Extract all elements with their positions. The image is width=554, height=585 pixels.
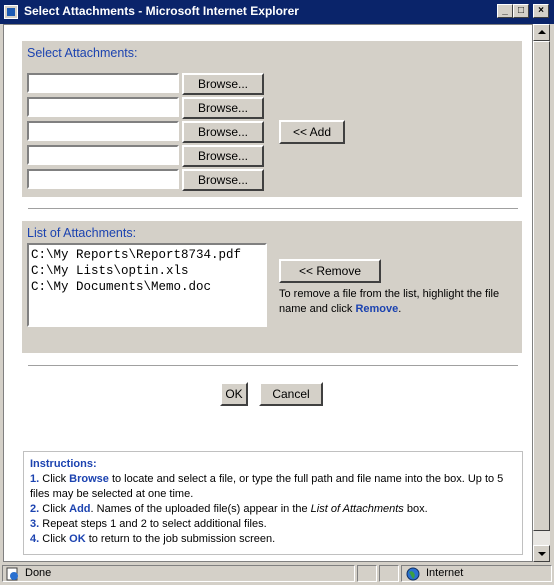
ie-page-icon xyxy=(6,567,18,581)
instruction-step-4: 4. Click OK to return to the job submiss… xyxy=(30,533,276,545)
cancel-button[interactable]: Cancel xyxy=(259,382,323,406)
zone-pane: Internet xyxy=(401,565,552,582)
select-attachments-label: Select Attachments: xyxy=(27,46,138,60)
close-icon[interactable]: × xyxy=(533,4,549,18)
status-pane: Done xyxy=(2,565,355,582)
instruction-step-2: 2. Click Add. Names of the uploaded file… xyxy=(30,503,428,515)
instruction-step-1: 1. Click Browse to locate and select a f… xyxy=(30,473,504,500)
remove-keyword: Remove xyxy=(355,303,399,315)
list-item[interactable]: C:\My Lists\optin.xls xyxy=(31,263,263,279)
attachments-listbox[interactable]: C:\My Reports\Report8734.pdf C:\My Lists… xyxy=(27,243,267,327)
select-attachments-panel: Select Attachments: Browse... Browse... … xyxy=(22,41,522,197)
browse-button-4[interactable]: Browse... xyxy=(182,145,264,167)
title-bar: Select Attachments - Microsoft Internet … xyxy=(0,0,554,24)
ie-page-icon xyxy=(4,5,18,19)
browse-button-1[interactable]: Browse... xyxy=(182,73,264,95)
zone-text: Internet xyxy=(426,567,464,579)
instructions-box: Instructions: 1. Click Browse to locate … xyxy=(23,451,523,555)
add-button[interactable]: << Add xyxy=(279,120,345,144)
file-input-1[interactable] xyxy=(27,73,179,93)
remove-button[interactable]: << Remove xyxy=(279,259,381,283)
status-pane-empty xyxy=(379,565,399,582)
ok-button[interactable]: OK xyxy=(220,382,248,406)
file-input-5[interactable] xyxy=(27,169,179,189)
browse-button-2[interactable]: Browse... xyxy=(182,97,264,119)
vertical-scrollbar[interactable] xyxy=(533,24,550,562)
remove-help-text: To remove a file from the list, highligh… xyxy=(279,288,500,315)
list-attachments-panel: List of Attachments: C:\My Reports\Repor… xyxy=(22,221,522,353)
list-attachments-label: List of Attachments: xyxy=(27,226,137,240)
status-text: Done xyxy=(25,567,52,579)
page-content: Select Attachments: Browse... Browse... … xyxy=(3,24,533,562)
divider xyxy=(28,208,518,210)
list-item[interactable]: C:\My Documents\Memo.doc xyxy=(31,279,263,295)
maximize-icon[interactable]: □ xyxy=(513,4,529,18)
scroll-down-icon[interactable] xyxy=(533,545,550,562)
globe-icon xyxy=(406,567,420,581)
status-pane-empty xyxy=(357,565,377,582)
list-item[interactable]: C:\My Reports\Report8734.pdf xyxy=(31,247,263,263)
browse-button-3[interactable]: Browse... xyxy=(182,121,264,143)
scroll-thumb[interactable] xyxy=(533,41,550,531)
file-input-2[interactable] xyxy=(27,97,179,117)
file-input-4[interactable] xyxy=(27,145,179,165)
file-input-3[interactable] xyxy=(27,121,179,141)
scroll-up-icon[interactable] xyxy=(533,24,550,41)
minimize-icon[interactable]: _ xyxy=(497,4,513,18)
divider xyxy=(28,365,518,367)
instruction-step-3: 3. Repeat steps 1 and 2 to select additi… xyxy=(30,518,267,530)
window-title: Select Attachments - Microsoft Internet … xyxy=(24,4,299,18)
status-bar: Done Internet xyxy=(0,563,554,585)
instructions-header: Instructions: xyxy=(30,458,97,470)
browse-button-5[interactable]: Browse... xyxy=(182,169,264,191)
